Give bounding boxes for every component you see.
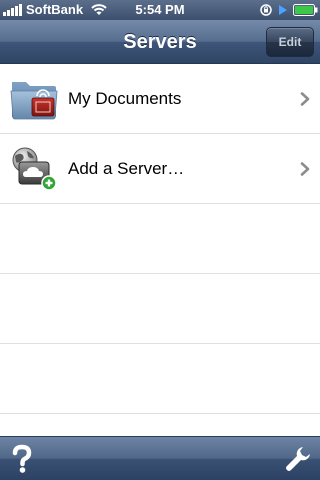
add-server-icon <box>12 147 57 191</box>
edit-button[interactable]: Edit <box>266 27 314 57</box>
chevron-right-icon <box>300 162 310 176</box>
screen: SoftBank 5:54 PM Servers Edit My Documen… <box>0 0 320 480</box>
chevron-right-icon <box>300 92 310 106</box>
orientation-lock-icon <box>260 4 272 16</box>
page-title: Servers <box>123 31 197 53</box>
status-bar: SoftBank 5:54 PM <box>0 0 320 20</box>
servers-list: My Documents Add a Server… <box>0 64 320 436</box>
list-item-label: My Documents <box>68 89 182 108</box>
wrench-icon[interactable] <box>284 445 312 473</box>
documents-folder-icon <box>10 82 58 120</box>
list-item-label: Add a Server… <box>68 159 185 178</box>
bottom-toolbar <box>0 436 320 480</box>
help-icon[interactable] <box>8 444 36 474</box>
play-icon <box>279 5 287 15</box>
list-item-add-server[interactable]: Add a Server… <box>0 134 320 204</box>
status-time: 5:54 PM <box>135 2 185 17</box>
navigation-bar: Servers Edit <box>0 20 320 64</box>
battery-icon <box>293 4 318 16</box>
list-item-my-documents[interactable]: My Documents <box>0 64 320 134</box>
